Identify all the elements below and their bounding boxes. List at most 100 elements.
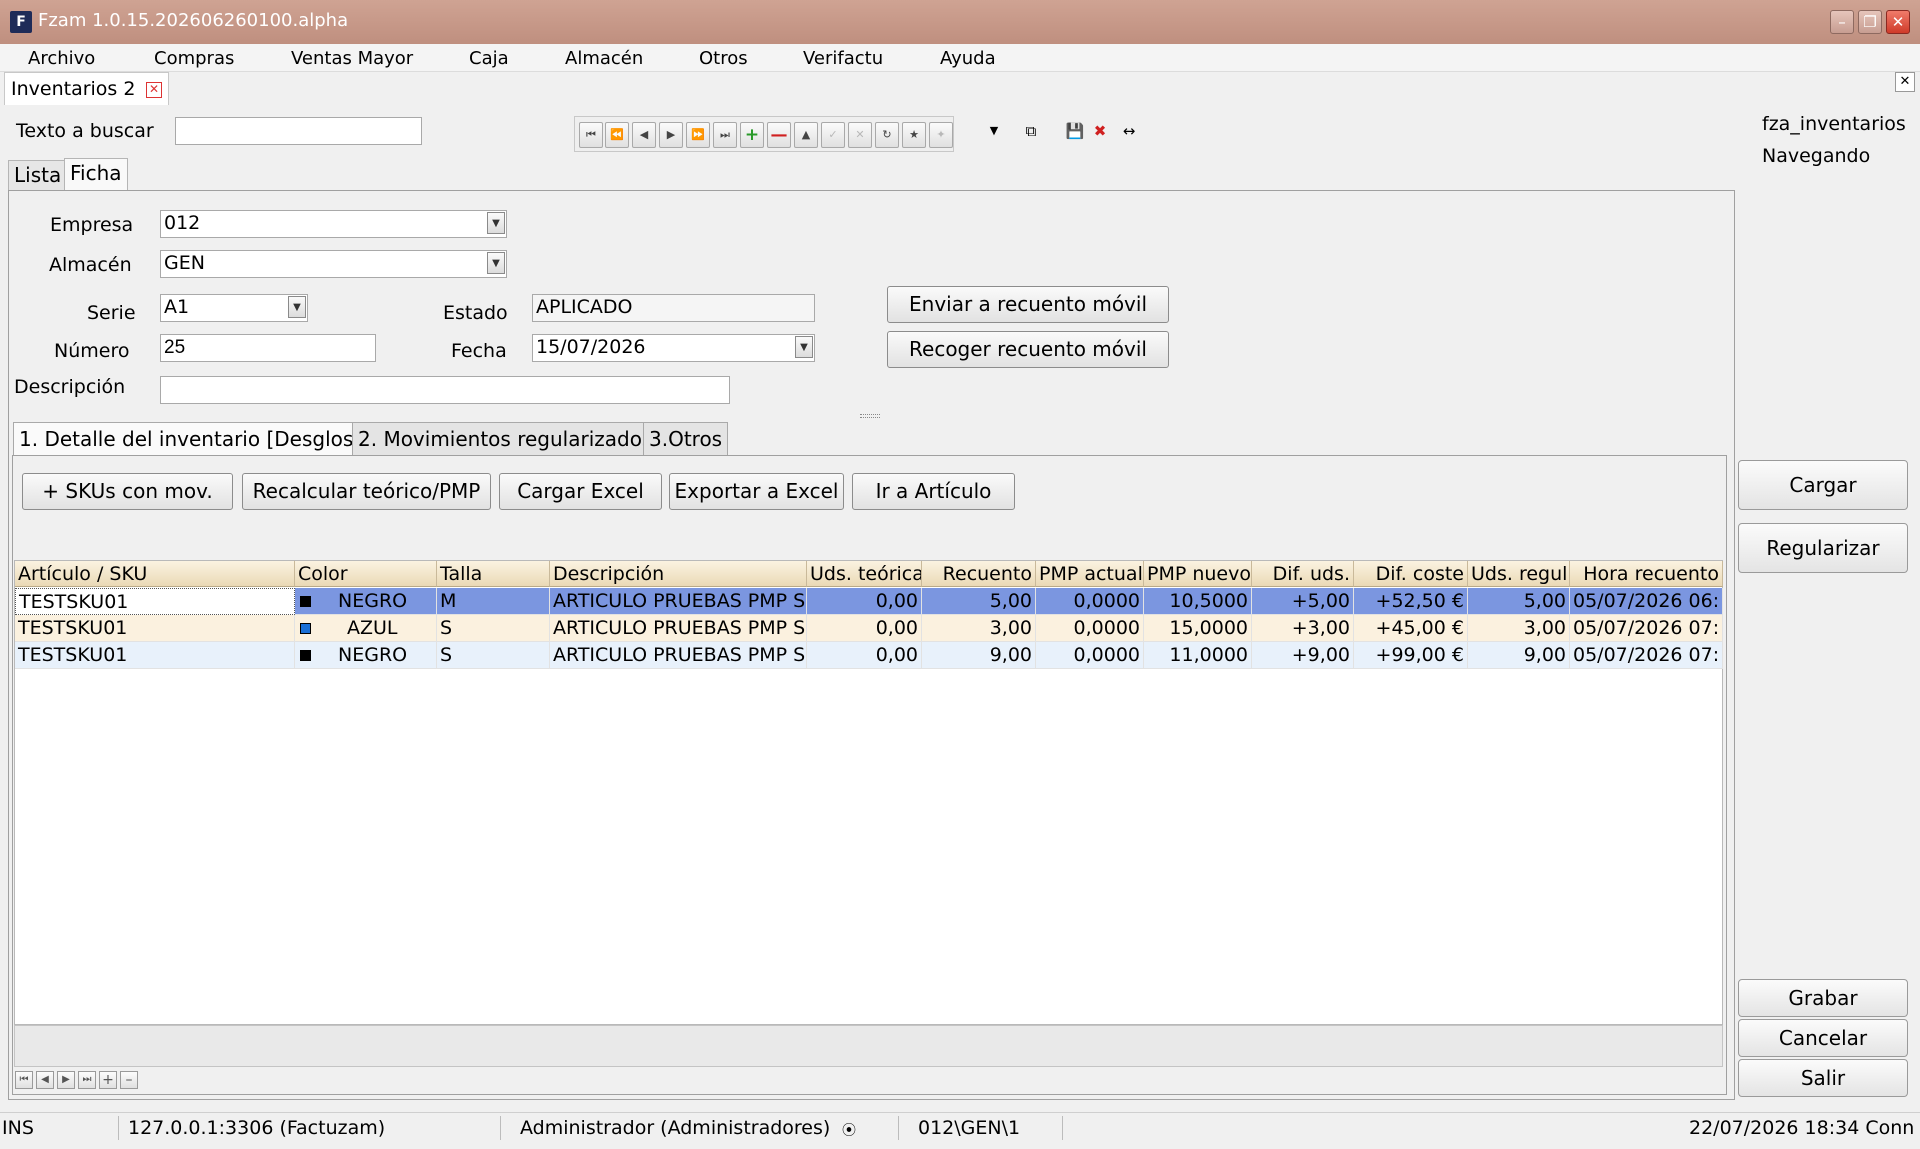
- cell-color[interactable]: NEGRO: [295, 642, 437, 669]
- grid-remove-icon[interactable]: –: [120, 1071, 138, 1089]
- close-document-icon[interactable]: ✕: [1895, 72, 1915, 92]
- first-record-icon[interactable]: ⏮: [579, 122, 603, 148]
- close-window-button[interactable]: ✕: [1886, 10, 1910, 34]
- chevron-down-icon[interactable]: ▼: [487, 212, 505, 234]
- tab-otros[interactable]: 3.Otros: [643, 422, 729, 455]
- table-row[interactable]: TESTSKU01 AZUL S ARTICULO PRUEBAS PMP SK…: [15, 615, 1723, 642]
- dropdown-arrow-icon[interactable]: ▼: [983, 120, 1005, 142]
- cell-color[interactable]: AZUL: [295, 615, 437, 642]
- cell-uds-regul[interactable]: 3,00: [1468, 615, 1570, 642]
- cell-talla[interactable]: M: [437, 588, 550, 615]
- cell-pmp-actual[interactable]: 0,0000: [1036, 615, 1144, 642]
- cell-hora-recuento[interactable]: 05/07/2026 07:: [1570, 615, 1723, 642]
- cell-sku[interactable]: TESTSKU01: [15, 642, 295, 669]
- cell-talla[interactable]: S: [437, 642, 550, 669]
- menu-ayuda[interactable]: Ayuda: [940, 48, 996, 69]
- grid-add-icon[interactable]: +: [99, 1071, 117, 1089]
- go-to-article-button[interactable]: Ir a Artículo: [852, 473, 1015, 510]
- column-header-recuento[interactable]: Recuento: [922, 561, 1036, 587]
- almacen-combo[interactable]: GEN ▼: [160, 250, 507, 278]
- cell-pmp-nuevo[interactable]: 10,5000: [1144, 588, 1252, 615]
- grid-last-icon[interactable]: ⏭: [78, 1071, 96, 1089]
- cell-sku[interactable]: TESTSKU01: [15, 588, 295, 615]
- tab-lista[interactable]: Lista: [8, 160, 68, 190]
- next-page-icon[interactable]: ⏩: [686, 122, 710, 148]
- column-header-pmp-actual[interactable]: PMP actual: [1036, 561, 1144, 587]
- grid-next-icon[interactable]: ▶: [57, 1071, 75, 1089]
- add-skus-button[interactable]: + SKUs con mov.: [22, 473, 233, 510]
- cell-recuento[interactable]: 9,00: [922, 642, 1036, 669]
- cell-hora-recuento[interactable]: 05/07/2026 07:: [1570, 642, 1723, 669]
- cell-pmp-actual[interactable]: 0,0000: [1036, 588, 1144, 615]
- chevron-down-icon[interactable]: ▼: [288, 296, 306, 318]
- chevron-down-icon[interactable]: ▼: [487, 252, 505, 274]
- column-header-pmp-nuevo[interactable]: PMP nuevo: [1144, 561, 1252, 587]
- fecha-datepicker[interactable]: 15/07/2026 ▼: [532, 334, 815, 362]
- minimize-button[interactable]: –: [1830, 10, 1854, 34]
- menu-otros[interactable]: Otros: [699, 48, 748, 69]
- recalculate-button[interactable]: Recalcular teórico/PMP: [242, 473, 491, 510]
- cell-dif-uds[interactable]: +3,00: [1252, 615, 1354, 642]
- cargar-button[interactable]: Cargar: [1738, 460, 1908, 510]
- cell-pmp-nuevo[interactable]: 11,0000: [1144, 642, 1252, 669]
- column-header-dif-uds[interactable]: Dif. uds.: [1252, 561, 1354, 587]
- send-mobile-count-button[interactable]: Enviar a recuento móvil: [887, 286, 1169, 323]
- table-row[interactable]: TESTSKU01 NEGRO S ARTICULO PRUEBAS PMP S…: [15, 642, 1723, 669]
- column-header-sku[interactable]: Artículo / SKU: [15, 561, 295, 587]
- prev-page-icon[interactable]: ⏪: [605, 122, 629, 148]
- apply-filter-icon[interactable]: ★: [902, 122, 926, 148]
- cell-dif-uds[interactable]: +5,00: [1252, 588, 1354, 615]
- column-header-hora-recuento[interactable]: Hora recuento: [1570, 561, 1723, 587]
- cell-descripcion[interactable]: ARTICULO PRUEBAS PMP SKU: [550, 642, 807, 669]
- tab-movimientos-regularizados[interactable]: 2. Movimientos regularizados: [352, 422, 659, 455]
- menu-ventas-mayor[interactable]: Ventas Mayor: [291, 48, 413, 69]
- save-layout-icon[interactable]: 💾: [1064, 120, 1086, 142]
- collect-mobile-count-button[interactable]: Recoger recuento móvil: [887, 331, 1169, 368]
- grid-prev-icon[interactable]: ◀: [36, 1071, 54, 1089]
- column-header-descripcion[interactable]: Descripción: [550, 561, 807, 587]
- column-header-uds-teorica[interactable]: Uds. teórica: [807, 561, 922, 587]
- cell-dif-uds[interactable]: +9,00: [1252, 642, 1354, 669]
- menu-almacen[interactable]: Almacén: [565, 48, 643, 69]
- menu-caja[interactable]: Caja: [469, 48, 509, 69]
- column-header-uds-regul[interactable]: Uds. regul: [1468, 561, 1570, 587]
- close-tab-icon[interactable]: ✕: [146, 82, 162, 98]
- resize-columns-icon[interactable]: ↔: [1118, 120, 1140, 142]
- cell-recuento[interactable]: 5,00: [922, 588, 1036, 615]
- descripcion-field[interactable]: [160, 376, 730, 404]
- clear-filter-icon[interactable]: ✦: [929, 122, 953, 148]
- menu-verifactu[interactable]: Verifactu: [803, 48, 883, 69]
- cell-recuento[interactable]: 3,00: [922, 615, 1036, 642]
- menu-compras[interactable]: Compras: [154, 48, 234, 69]
- salir-button[interactable]: Salir: [1738, 1059, 1908, 1097]
- tab-ficha[interactable]: Ficha: [64, 158, 128, 190]
- menu-archivo[interactable]: Archivo: [28, 48, 95, 69]
- cell-talla[interactable]: S: [437, 615, 550, 642]
- cell-uds-regul[interactable]: 9,00: [1468, 642, 1570, 669]
- chevron-down-icon[interactable]: ▼: [795, 336, 813, 358]
- cell-pmp-nuevo[interactable]: 15,0000: [1144, 615, 1252, 642]
- cell-hora-recuento[interactable]: 05/07/2026 06:: [1570, 588, 1723, 615]
- tab-detalle-inventario[interactable]: 1. Detalle del inventario [Desglose]: [13, 422, 380, 455]
- splitter-handle[interactable]: [860, 414, 880, 418]
- empresa-combo[interactable]: 012 ▼: [160, 210, 507, 238]
- cancelar-button[interactable]: Cancelar: [1738, 1019, 1908, 1057]
- edit-record-icon[interactable]: ▲: [794, 122, 818, 148]
- prev-record-icon[interactable]: ◀: [632, 122, 656, 148]
- delete-record-icon[interactable]: —: [767, 122, 791, 148]
- cancel-record-icon[interactable]: ✕: [848, 122, 872, 148]
- add-record-icon[interactable]: +: [740, 122, 764, 148]
- cell-dif-coste[interactable]: +45,00 €: [1354, 615, 1468, 642]
- copy-icon[interactable]: ⧉: [1020, 120, 1042, 142]
- numero-field[interactable]: [160, 334, 376, 362]
- column-header-dif-coste[interactable]: Dif. coste: [1354, 561, 1468, 587]
- restore-button[interactable]: ❐: [1858, 10, 1882, 34]
- cell-uds-teorica[interactable]: 0,00: [807, 615, 922, 642]
- cell-dif-coste[interactable]: +99,00 €: [1354, 642, 1468, 669]
- delete-layout-icon[interactable]: ✖: [1089, 120, 1111, 142]
- search-input[interactable]: [175, 117, 422, 145]
- cell-color[interactable]: NEGRO: [295, 588, 437, 615]
- cell-sku[interactable]: TESTSKU01: [15, 615, 295, 642]
- post-record-icon[interactable]: ✓: [821, 122, 845, 148]
- next-record-icon[interactable]: ▶: [659, 122, 683, 148]
